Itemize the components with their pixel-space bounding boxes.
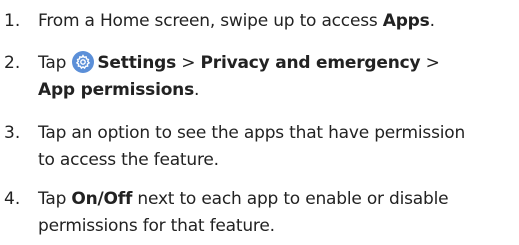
step-number: 4.	[4, 189, 21, 209]
on-off-label: On/Off	[71, 189, 133, 209]
step-text-line: Tap an option to see the apps that have …	[38, 123, 466, 143]
privacy-label: Privacy and emergency	[200, 53, 421, 73]
step-number: 1.	[4, 11, 21, 31]
step-text: From a Home screen, swipe up to access A…	[38, 8, 514, 35]
step-text-part: next to each app to enable or disable	[132, 189, 449, 209]
step-3: 3. Tap an option to see the apps that ha…	[0, 120, 519, 180]
step-text-part: Tap	[38, 189, 72, 209]
step-text-part: >	[420, 53, 440, 73]
settings-label: Settings	[97, 53, 177, 73]
step-text: Tap an option to see the apps that have …	[38, 120, 514, 174]
step-text-part: >	[176, 53, 201, 73]
step-text: Tap On/Off next to each app to enable or…	[38, 186, 514, 240]
step-4: 4. Tap On/Off next to each app to enable…	[0, 186, 519, 244]
settings-gear-icon	[72, 51, 95, 73]
step-number: 3.	[4, 123, 21, 143]
step-text: Tap Settings > Privacy and emergency > Ap…	[38, 50, 514, 104]
step-1: 1. From a Home screen, swipe up to acces…	[0, 8, 519, 38]
step-text-part: Tap	[38, 53, 72, 73]
instruction-steps: 1. From a Home screen, swipe up to acces…	[0, 0, 519, 245]
step-number: 2.	[4, 53, 21, 73]
step-text-part: .	[429, 11, 435, 31]
apps-label: Apps	[382, 11, 430, 31]
app-permissions-label: App permissions	[38, 80, 195, 100]
step-text-part: .	[194, 80, 200, 100]
step-text-line: to access the feature.	[38, 150, 219, 170]
step-2: 2. Tap Settings > Privacy and emergency …	[0, 50, 519, 110]
step-text-line: permissions for that feature.	[38, 216, 275, 236]
step-text-part: From a Home screen, swipe up to access	[38, 11, 383, 31]
